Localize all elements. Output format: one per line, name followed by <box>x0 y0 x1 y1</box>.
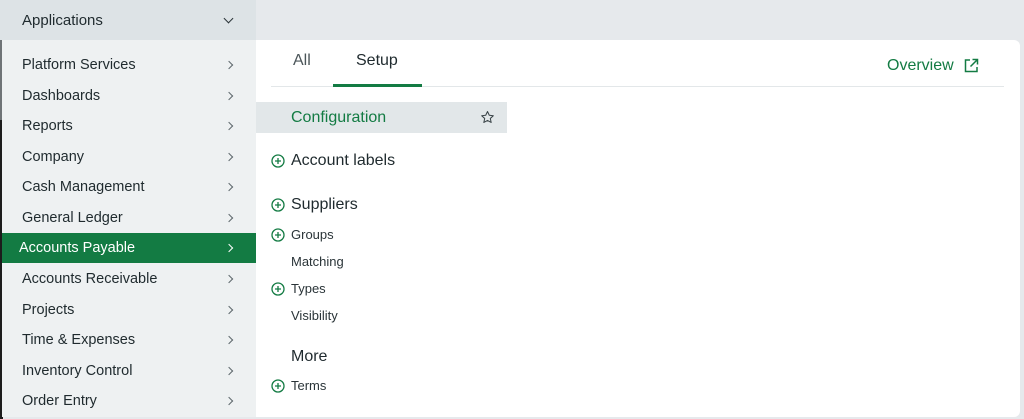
chevron-right-icon <box>224 366 234 376</box>
chevron-right-icon <box>224 182 234 192</box>
applications-label: Applications <box>22 11 103 29</box>
sidebar-item-cash-management[interactable]: Cash Management <box>2 172 256 202</box>
chevron-right-icon <box>224 396 234 406</box>
external-link-icon <box>964 58 978 73</box>
applications-dropdown[interactable]: Applications <box>0 0 256 40</box>
chevron-right-icon <box>224 60 234 70</box>
matching-link[interactable]: Matching <box>291 254 344 269</box>
sidebar-item-accounts-receivable[interactable]: Accounts Receivable <box>2 264 256 294</box>
configuration-label: Configuration <box>291 108 387 126</box>
sidebar-item-label: Accounts Receivable <box>22 271 158 287</box>
sidebar-item-order-entry[interactable]: Order Entry <box>2 386 256 416</box>
chevron-right-icon <box>224 305 234 315</box>
visibility-link[interactable]: Visibility <box>291 308 338 323</box>
chevron-down-icon <box>223 13 234 23</box>
applications-sidebar: Platform Services Dashboards Reports Com… <box>2 40 256 417</box>
sidebar-item-label: Reports <box>22 118 73 134</box>
sidebar-item-label: Platform Services <box>22 57 136 73</box>
sidebar-item-label: Order Entry <box>22 393 97 409</box>
tab-setup[interactable]: Setup <box>356 52 398 70</box>
chevron-right-icon <box>224 152 234 162</box>
sidebar-item-label: Cash Management <box>22 179 145 195</box>
expand-plus-icon[interactable] <box>271 228 285 242</box>
sidebar-item-platform-services[interactable]: Platform Services <box>2 50 256 80</box>
tab-all[interactable]: All <box>293 52 311 70</box>
sidebar-item-inventory-control[interactable]: Inventory Control <box>2 356 256 386</box>
more-heading: More <box>291 348 328 365</box>
chevron-right-icon <box>224 91 234 101</box>
sidebar-item-label: General Ledger <box>22 210 123 226</box>
sidebar-item-label: Company <box>22 149 85 165</box>
chevron-right-icon <box>224 213 234 223</box>
sidebar-item-label: Accounts Payable <box>19 240 136 256</box>
sidebar-item-general-ledger[interactable]: General Ledger <box>2 203 256 233</box>
expand-plus-icon[interactable] <box>271 154 285 168</box>
sidebar-item-label: Dashboards <box>22 88 101 104</box>
sidebar-item-label: Time & Expenses <box>22 332 136 348</box>
applications-menu-panel: Platform Services Dashboards Reports Com… <box>2 40 1020 417</box>
expand-plus-icon[interactable] <box>271 198 285 212</box>
top-bar: Applications <box>0 0 1024 40</box>
star-icon[interactable] <box>480 110 495 125</box>
configuration-item[interactable]: Configuration <box>256 102 507 133</box>
terms-link[interactable]: Terms <box>291 378 326 393</box>
suppliers-heading[interactable]: Suppliers <box>291 196 358 214</box>
chevron-right-icon <box>224 335 234 345</box>
overview-label: Overview <box>887 57 954 74</box>
sidebar-item-accounts-payable[interactable]: Accounts Payable <box>2 233 256 263</box>
groups-link[interactable]: Groups <box>291 227 334 242</box>
sidebar-item-label: Projects <box>22 302 75 318</box>
chevron-right-icon <box>224 121 234 131</box>
expand-plus-icon[interactable] <box>271 282 285 296</box>
sidebar-item-reports[interactable]: Reports <box>2 111 256 141</box>
sidebar-item-label: Inventory Control <box>22 363 133 379</box>
account-labels-heading[interactable]: Account labels <box>291 152 395 170</box>
tab-active-indicator <box>333 84 422 87</box>
types-link[interactable]: Types <box>291 281 326 296</box>
sidebar-item-projects[interactable]: Projects <box>2 295 256 325</box>
expand-plus-icon[interactable] <box>271 379 285 393</box>
sidebar-item-dashboards[interactable]: Dashboards <box>2 81 256 111</box>
chevron-right-icon <box>224 274 234 284</box>
sidebar-item-time-expenses[interactable]: Time & Expenses <box>2 325 256 355</box>
sidebar-item-company[interactable]: Company <box>2 142 256 172</box>
overview-link[interactable]: Overview <box>887 57 980 75</box>
chevron-right-icon <box>224 243 234 253</box>
